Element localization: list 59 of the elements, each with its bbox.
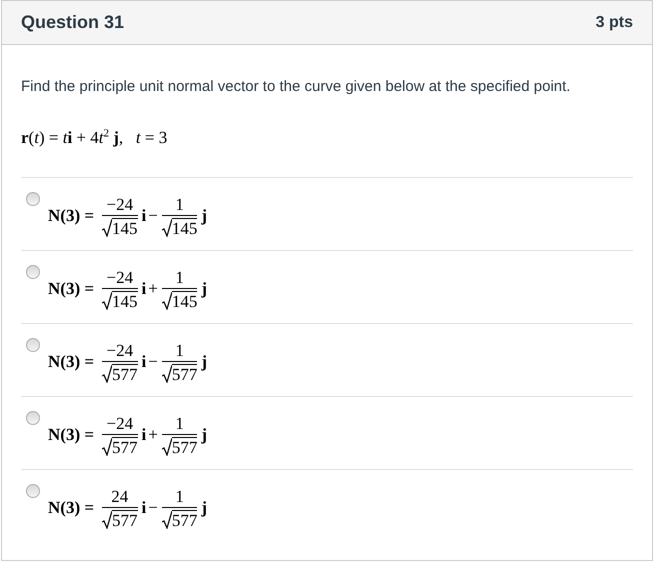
radical-icon	[102, 364, 112, 382]
unit-vector: j	[201, 205, 208, 228]
unit-vector: i	[142, 351, 146, 374]
denominator: 145	[112, 290, 138, 310]
denominator: 577	[172, 364, 198, 382]
denominator: 577	[172, 436, 198, 456]
radical-icon	[162, 510, 172, 528]
unit-vector: i	[142, 205, 146, 228]
numerator: 1	[175, 414, 184, 434]
numerator: 24	[111, 488, 128, 506]
question-text: Find the principle unit normal vector to the curve given below at the specified point.	[21, 77, 572, 97]
radio-button[interactable]	[26, 192, 40, 206]
radical-icon	[102, 218, 112, 236]
operator: +	[148, 424, 158, 446]
unit-vector: i	[142, 424, 146, 446]
radio-button[interactable]	[26, 338, 40, 352]
numerator: 1	[175, 196, 184, 214]
radical-icon	[162, 364, 172, 382]
unit-vector: j	[201, 351, 208, 374]
numerator: −24	[106, 414, 134, 434]
operator: −	[148, 205, 158, 228]
numerator: −24	[106, 268, 134, 288]
unit-vector: j	[201, 278, 208, 300]
numerator: 1	[175, 488, 184, 506]
denominator: 145	[172, 290, 198, 310]
operator: +	[148, 278, 158, 300]
radical-icon	[162, 438, 172, 456]
radio-button[interactable]	[26, 410, 40, 424]
numerator: 1	[175, 342, 184, 360]
radical-icon	[102, 292, 112, 310]
curve-formula: r(t) = ti + 4t$^{2}$ j, t = 3	[21, 128, 168, 146]
radio-button[interactable]	[26, 264, 40, 278]
option-lhs: N(3) =	[48, 205, 94, 228]
denominator: 577	[112, 364, 138, 382]
radical-icon	[102, 510, 112, 528]
option-lhs: N(3) =	[48, 351, 94, 374]
option-lhs: N(3) =	[48, 497, 94, 520]
radical-icon	[162, 292, 172, 310]
unit-vector: i	[142, 497, 146, 520]
option-lhs: N(3) =	[48, 424, 94, 446]
radical-icon	[102, 438, 112, 456]
radical-icon	[162, 218, 172, 236]
numerator: 1	[175, 268, 184, 288]
operator: −	[148, 497, 158, 520]
denominator: 577	[112, 510, 138, 528]
unit-vector: j	[201, 424, 208, 446]
denominator: 145	[172, 218, 198, 236]
unit-vector: j	[201, 497, 208, 520]
denominator: 577	[172, 510, 198, 528]
points-label: 3 pts	[596, 12, 633, 32]
option-lhs: N(3) =	[48, 278, 94, 300]
operator: −	[148, 351, 158, 374]
denominator: 577	[112, 436, 138, 456]
unit-vector: i	[142, 278, 146, 300]
numerator: −24	[106, 196, 134, 214]
numerator: −24	[106, 342, 134, 360]
question-title: Question 31	[21, 11, 124, 34]
radio-button[interactable]	[26, 484, 40, 498]
denominator: 145	[112, 218, 138, 236]
